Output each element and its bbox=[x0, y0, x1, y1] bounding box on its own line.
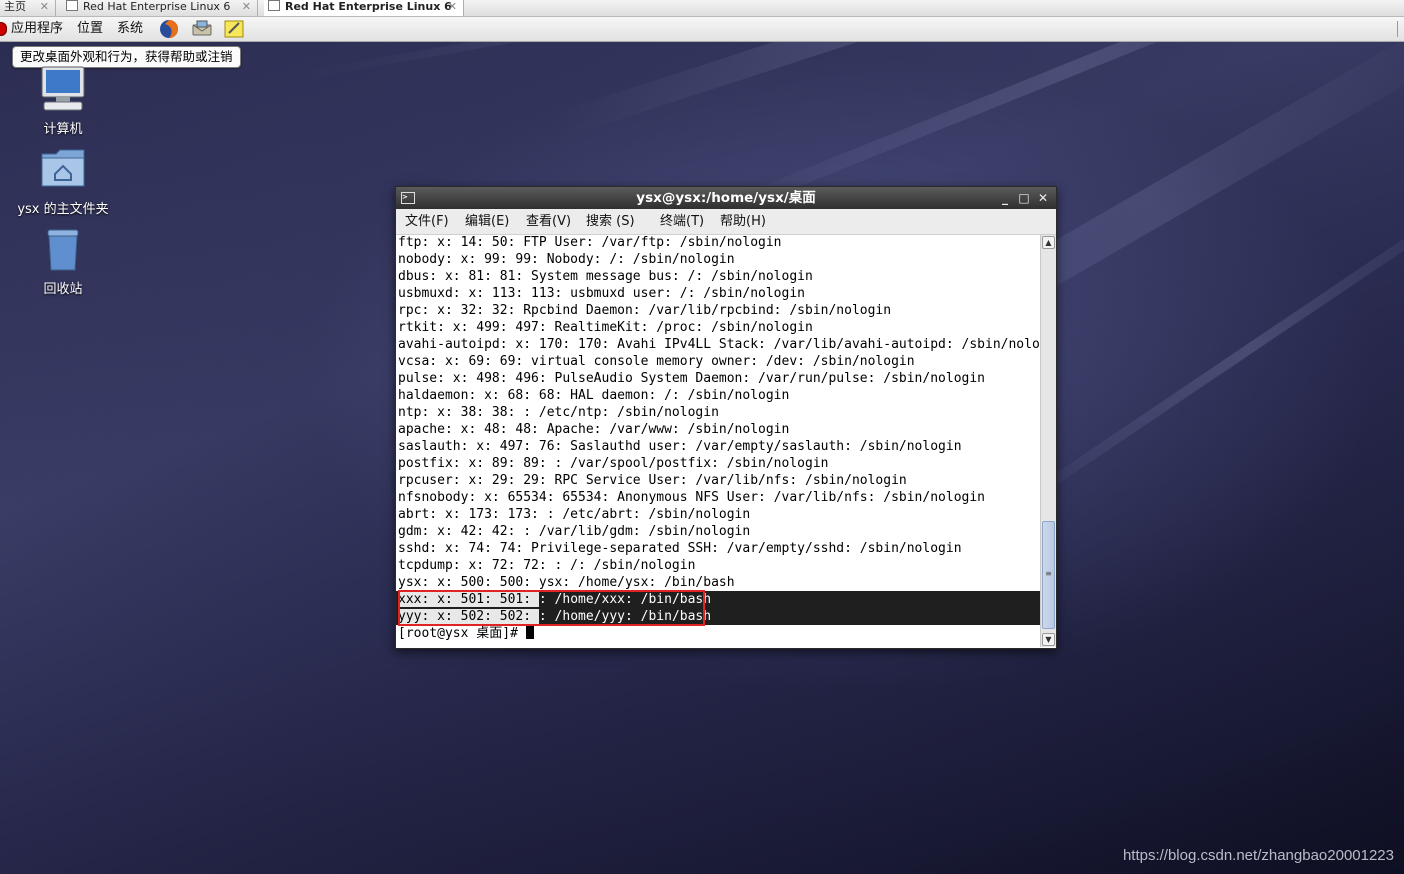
terminal-line: rpc: x: 32: 32: Rpcbind Daemon: /var/lib… bbox=[398, 303, 892, 318]
terminal-line: ntp: x: 38: 38: : /etc/ntp: /sbin/nologi… bbox=[398, 405, 719, 420]
terminal-line: rpcuser: x: 29: 29: RPC Service User: /v… bbox=[398, 473, 907, 488]
menu-edit[interactable]: 编辑(E) bbox=[465, 213, 509, 230]
menu-help[interactable]: 帮助(H) bbox=[720, 213, 766, 230]
terminal-prompt-line: [root@ysx 桌面]# bbox=[398, 625, 534, 642]
menu-terminal[interactable]: 终端(T) bbox=[660, 213, 704, 230]
top-panel: 应用程序 位置 系统 bbox=[0, 17, 1404, 42]
menu-system[interactable]: 系统 bbox=[117, 20, 143, 38]
terminal-line: postfix: x: 89: 89: : /var/spool/postfix… bbox=[398, 456, 829, 471]
home-folder-icon bbox=[41, 149, 85, 187]
firefox-icon[interactable] bbox=[159, 19, 179, 39]
vertical-scrollbar[interactable]: ▲ ≡ ▼ bbox=[1040, 235, 1056, 647]
terminal-titlebar[interactable]: > ysx@ysx:/home/ysx/桌面 _ □ ✕ bbox=[396, 187, 1056, 209]
terminal-line: nobody: x: 99: 99: Nobody: /: /sbin/nolo… bbox=[398, 252, 735, 267]
tab-label: Red Hat Enterprise Linux 6 bbox=[83, 0, 231, 13]
watermark: https://blog.csdn.net/zhangbao20001223 bbox=[1122, 847, 1394, 864]
close-icon[interactable]: ✕ bbox=[242, 0, 251, 14]
menu-file[interactable]: 文件(F) bbox=[405, 213, 449, 230]
terminal-line: sshd: x: 74: 74: Privilege-separated SSH… bbox=[398, 541, 962, 556]
scroll-up-icon[interactable]: ▲ bbox=[1042, 236, 1055, 249]
redhat-icon bbox=[0, 22, 7, 36]
tooltip: 更改桌面外观和行为，获得帮助或注销 bbox=[12, 46, 241, 68]
terminal-line: ftp: x: 14: 50: FTP User: /var/ftp: /sbi… bbox=[398, 235, 782, 250]
tab-vm-2[interactable]: Red Hat Enterprise Linux 6 ✕ bbox=[264, 0, 464, 16]
scroll-thumb[interactable]: ≡ bbox=[1042, 521, 1055, 629]
close-icon[interactable]: ✕ bbox=[1034, 187, 1052, 209]
terminal-line: usbmuxd: x: 113: 113: usbmuxd user: /: /… bbox=[398, 286, 805, 301]
desktop-icon-home[interactable]: ysx 的主文件夹 bbox=[8, 146, 118, 217]
terminal-line: nfsnobody: x: 65534: 65534: Anonymous NF… bbox=[398, 490, 985, 505]
terminal-screen[interactable]: ftp: x: 14: 50: FTP User: /var/ftp: /sbi… bbox=[396, 235, 1040, 647]
terminal-line: abrt: x: 173: 173: : /etc/abrt: /sbin/no… bbox=[398, 507, 751, 522]
trash-icon bbox=[47, 229, 79, 271]
menu-applications[interactable]: 应用程序 bbox=[11, 20, 63, 38]
terminal-line: dbus: x: 81: 81: System message bus: /: … bbox=[398, 269, 813, 284]
terminal-line: avahi-autoipd: x: 170: 170: Avahi IPv4LL… bbox=[398, 337, 1040, 352]
terminal-menubar: 文件(F) 编辑(E) 查看(V) 搜索 (S) 终端(T) 帮助(H) bbox=[396, 209, 1056, 235]
terminal-line: gdm: x: 42: 42: : /var/lib/gdm: /sbin/no… bbox=[398, 524, 751, 539]
terminal-line: ysx: x: 500: 500: ysx: /home/ysx: /bin/b… bbox=[398, 575, 735, 590]
maximize-icon[interactable]: □ bbox=[1015, 187, 1033, 209]
terminal-line: apache: x: 48: 48: Apache: /var/www: /sb… bbox=[398, 422, 790, 437]
desktop-icon-label: 计算机 bbox=[43, 122, 83, 137]
desktop-icon-computer[interactable]: 计算机 bbox=[8, 66, 118, 137]
terminal-prompt: [root@ysx 桌面]# bbox=[398, 626, 526, 641]
terminal-window[interactable]: > ysx@ysx:/home/ysx/桌面 _ □ ✕ 文件(F) 编辑(E)… bbox=[395, 186, 1057, 649]
vm-icon bbox=[268, 0, 280, 11]
scroll-down-icon[interactable]: ▼ bbox=[1042, 633, 1055, 646]
mail-icon[interactable] bbox=[191, 19, 212, 39]
terminal-line: haldaemon: x: 68: 68: HAL daemon: /: /sb… bbox=[398, 388, 790, 403]
close-icon[interactable]: ✕ bbox=[448, 0, 457, 14]
terminal-line: tcpdump: x: 72: 72: : /: /sbin/nologin bbox=[398, 558, 696, 573]
close-icon[interactable]: ✕ bbox=[40, 0, 49, 14]
tab-label: Red Hat Enterprise Linux 6 bbox=[285, 0, 452, 13]
menu-view[interactable]: 查看(V) bbox=[526, 213, 571, 230]
terminal-line: vcsa: x: 69: 69: virtual console memory … bbox=[398, 354, 915, 369]
annotation-red-box bbox=[398, 590, 705, 626]
terminal-line: pulse: x: 498: 496: PulseAudio System Da… bbox=[398, 371, 985, 386]
terminal-icon: > bbox=[401, 192, 415, 204]
vm-icon bbox=[66, 0, 78, 11]
menu-places[interactable]: 位置 bbox=[77, 20, 103, 38]
desktop-icon-label: 回收站 bbox=[43, 282, 83, 297]
desktop-icon-trash[interactable]: 回收站 bbox=[8, 226, 118, 297]
panel-right-edge bbox=[1397, 21, 1402, 37]
vm-tab-strip: 主页 ✕ Red Hat Enterprise Linux 6 ✕ Red Ha… bbox=[0, 0, 1404, 17]
minimize-icon[interactable]: _ bbox=[996, 187, 1014, 209]
notes-icon[interactable] bbox=[224, 19, 244, 39]
window-title: ysx@ysx:/home/ysx/桌面 bbox=[636, 190, 816, 206]
tab-label: 主页 bbox=[4, 0, 26, 13]
terminal-line: rtkit: x: 499: 497: RealtimeKit: /proc: … bbox=[398, 320, 813, 335]
menu-search[interactable]: 搜索 (S) bbox=[586, 213, 635, 230]
desktop-icon-label: ysx 的主文件夹 bbox=[17, 202, 109, 217]
tab-home[interactable]: 主页 ✕ bbox=[0, 0, 56, 16]
computer-icon bbox=[41, 66, 85, 111]
text-cursor bbox=[525, 625, 534, 639]
terminal-line: saslauth: x: 497: 76: Saslauthd user: /v… bbox=[398, 439, 962, 454]
tab-vm-1[interactable]: Red Hat Enterprise Linux 6 ✕ bbox=[62, 0, 258, 16]
